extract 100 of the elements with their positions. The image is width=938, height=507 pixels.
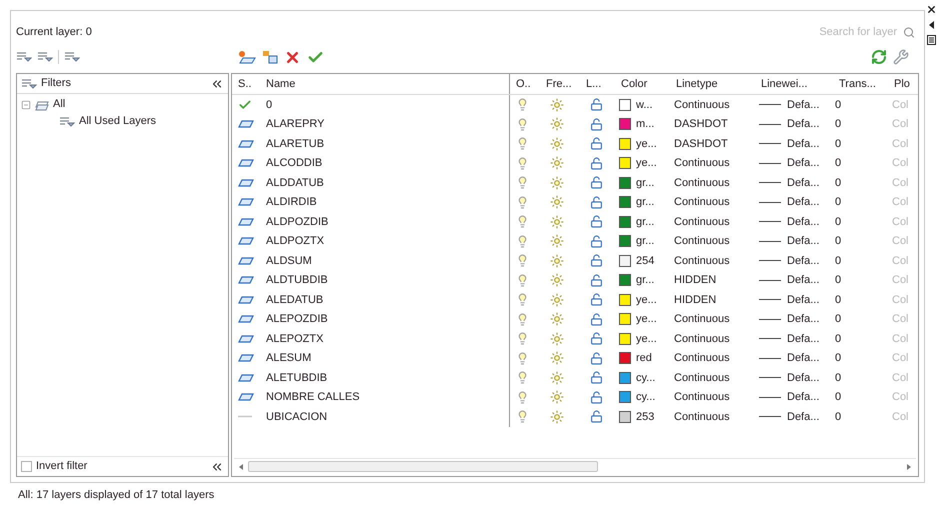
column-header[interactable]: O..: [510, 74, 540, 94]
column-header[interactable]: Plo: [888, 74, 918, 94]
lock-icon[interactable]: [590, 98, 603, 112]
lock-icon[interactable]: [590, 274, 603, 287]
lock-icon[interactable]: [590, 410, 603, 424]
linetype[interactable]: Continuous: [670, 194, 755, 210]
linetype[interactable]: HIDDEN: [670, 272, 755, 288]
sun-icon[interactable]: [550, 390, 564, 404]
sun-icon[interactable]: [550, 351, 564, 366]
layer-name[interactable]: UBICACION: [260, 407, 510, 426]
bulb-icon[interactable]: [516, 390, 529, 404]
scroll-left-icon[interactable]: [238, 464, 244, 470]
linetype[interactable]: Continuous: [670, 174, 755, 191]
layer-name[interactable]: 0: [260, 95, 510, 114]
sun-icon[interactable]: [550, 156, 564, 170]
lineweight[interactable]: Defa...: [787, 214, 820, 230]
transparency[interactable]: 0: [833, 194, 888, 210]
linetype[interactable]: Continuous: [670, 408, 755, 425]
collapse-toggle-icon[interactable]: [21, 100, 31, 110]
lock-icon[interactable]: [590, 312, 603, 326]
linetype[interactable]: Continuous: [670, 252, 755, 269]
bulb-icon[interactable]: [516, 332, 529, 346]
search-icon[interactable]: [903, 26, 915, 38]
lock-icon[interactable]: [590, 215, 603, 228]
transparency[interactable]: 0: [833, 214, 888, 230]
bulb-icon[interactable]: [516, 118, 529, 131]
scroll-thumb[interactable]: [248, 461, 598, 472]
lineweight[interactable]: Defa...: [787, 233, 820, 250]
column-header[interactable]: Linetype: [670, 74, 755, 94]
transparency[interactable]: 0: [833, 116, 888, 132]
sun-icon[interactable]: [550, 254, 564, 268]
lineweight[interactable]: Defa...: [787, 155, 820, 172]
column-header[interactable]: S..: [232, 74, 260, 94]
sun-icon[interactable]: [550, 234, 564, 248]
lock-icon[interactable]: [590, 156, 603, 170]
bulb-icon[interactable]: [516, 98, 529, 112]
lineweight[interactable]: Defa...: [787, 194, 820, 210]
color-swatch[interactable]: [619, 391, 631, 404]
lock-icon[interactable]: [590, 254, 603, 268]
layer-name[interactable]: ALAREPRY: [260, 114, 510, 134]
transparency[interactable]: 0: [833, 389, 888, 406]
transparency[interactable]: 0: [833, 136, 888, 152]
properties-icon[interactable]: [927, 35, 936, 45]
layer-name[interactable]: ALDSUM: [260, 251, 510, 270]
lineweight[interactable]: Defa...: [787, 96, 820, 113]
layer-name[interactable]: ALDDATUB: [260, 173, 510, 192]
tree-item[interactable]: All: [53, 96, 66, 113]
lock-icon[interactable]: [590, 176, 603, 190]
group-filter-icon[interactable]: [37, 50, 53, 64]
lock-icon[interactable]: [590, 118, 603, 131]
color-swatch[interactable]: [619, 157, 631, 170]
bulb-icon[interactable]: [516, 371, 529, 384]
tree-item[interactable]: All Used Layers: [79, 113, 156, 130]
linetype[interactable]: Continuous: [670, 389, 755, 406]
color-swatch[interactable]: [619, 313, 631, 326]
layer-name[interactable]: ALEDATUB: [260, 290, 510, 310]
layer-name[interactable]: ALDIRDIB: [260, 192, 510, 212]
invert-filter-checkbox[interactable]: [21, 461, 32, 472]
sun-icon[interactable]: [550, 292, 564, 307]
bulb-icon[interactable]: [516, 215, 529, 228]
lineweight[interactable]: Defa...: [787, 136, 820, 152]
linetype[interactable]: HIDDEN: [670, 292, 755, 308]
layer-name[interactable]: ALEPOZTX: [260, 329, 510, 348]
layer-name[interactable]: ALETUBDIB: [260, 368, 510, 388]
auto-hide-icon[interactable]: [928, 21, 936, 29]
scroll-right-icon[interactable]: [906, 464, 912, 470]
linetype[interactable]: Continuous: [670, 96, 755, 113]
settings-icon[interactable]: [893, 49, 909, 65]
lineweight[interactable]: Defa...: [787, 370, 820, 386]
lock-icon[interactable]: [590, 352, 603, 365]
lineweight[interactable]: Defa...: [787, 330, 820, 347]
linetype[interactable]: DASHDOT: [670, 136, 755, 152]
linetype[interactable]: Continuous: [670, 350, 755, 366]
bulb-icon[interactable]: [516, 274, 529, 287]
transparency[interactable]: 0: [833, 292, 888, 308]
linetype[interactable]: Continuous: [670, 214, 755, 230]
transparency[interactable]: 0: [833, 96, 888, 113]
states-manager-icon[interactable]: [64, 50, 80, 64]
column-header[interactable]: Fre...: [540, 74, 580, 94]
color-swatch[interactable]: [619, 294, 631, 306]
linetype[interactable]: Continuous: [670, 330, 755, 347]
sun-icon[interactable]: [550, 410, 564, 424]
color-swatch[interactable]: [619, 274, 631, 286]
layer-name[interactable]: NOMBRE CALLES: [260, 388, 510, 407]
transparency[interactable]: 0: [833, 252, 888, 269]
bulb-icon[interactable]: [516, 352, 529, 365]
sun-icon[interactable]: [550, 273, 564, 288]
lock-icon[interactable]: [590, 332, 603, 346]
transparency[interactable]: 0: [833, 311, 888, 328]
color-swatch[interactable]: [619, 254, 631, 267]
sun-icon[interactable]: [550, 176, 564, 190]
bulb-icon[interactable]: [516, 410, 529, 424]
bulb-icon[interactable]: [516, 137, 529, 150]
transparency[interactable]: 0: [833, 174, 888, 191]
color-swatch[interactable]: [619, 138, 631, 150]
bulb-icon[interactable]: [516, 254, 529, 268]
new-filter-icon[interactable]: [16, 50, 32, 64]
bulb-icon[interactable]: [516, 176, 529, 190]
transparency[interactable]: 0: [833, 155, 888, 172]
color-swatch[interactable]: [619, 118, 631, 130]
